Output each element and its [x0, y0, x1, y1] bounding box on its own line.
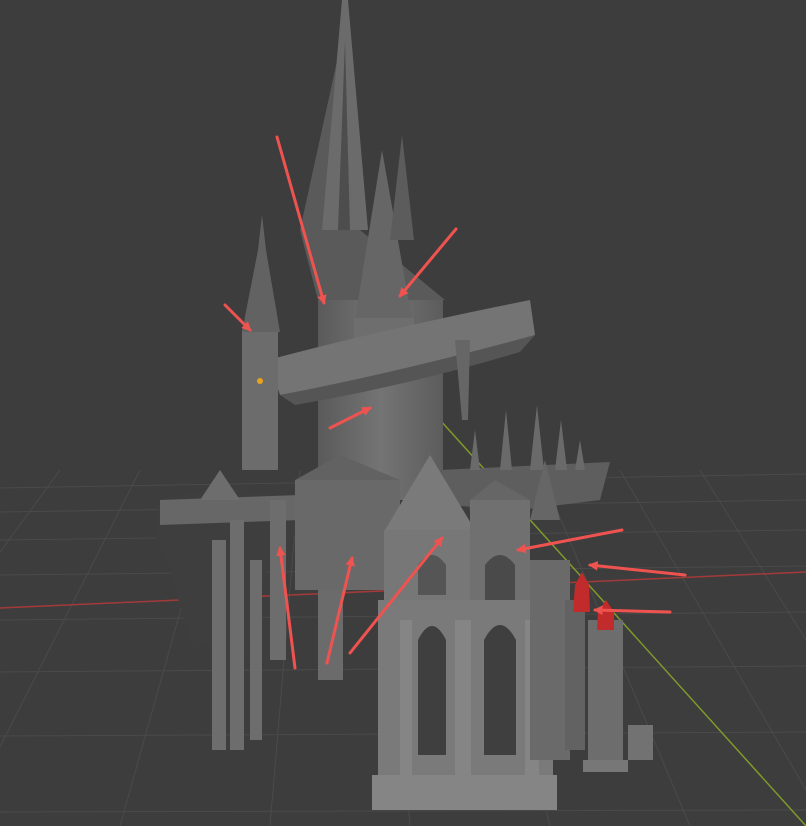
- arch-left: [418, 626, 446, 755]
- right-pedestal: [588, 620, 623, 770]
- gatehouse-plinth: [372, 775, 557, 810]
- rose-window: [485, 555, 515, 600]
- arch-right: [484, 625, 516, 755]
- viewport-canvas[interactable]: [0, 0, 806, 826]
- 3d-viewport[interactable]: [0, 0, 806, 826]
- annotation-arrow: [593, 605, 672, 616]
- origin-marker: [257, 378, 263, 384]
- left-turret: [242, 330, 278, 470]
